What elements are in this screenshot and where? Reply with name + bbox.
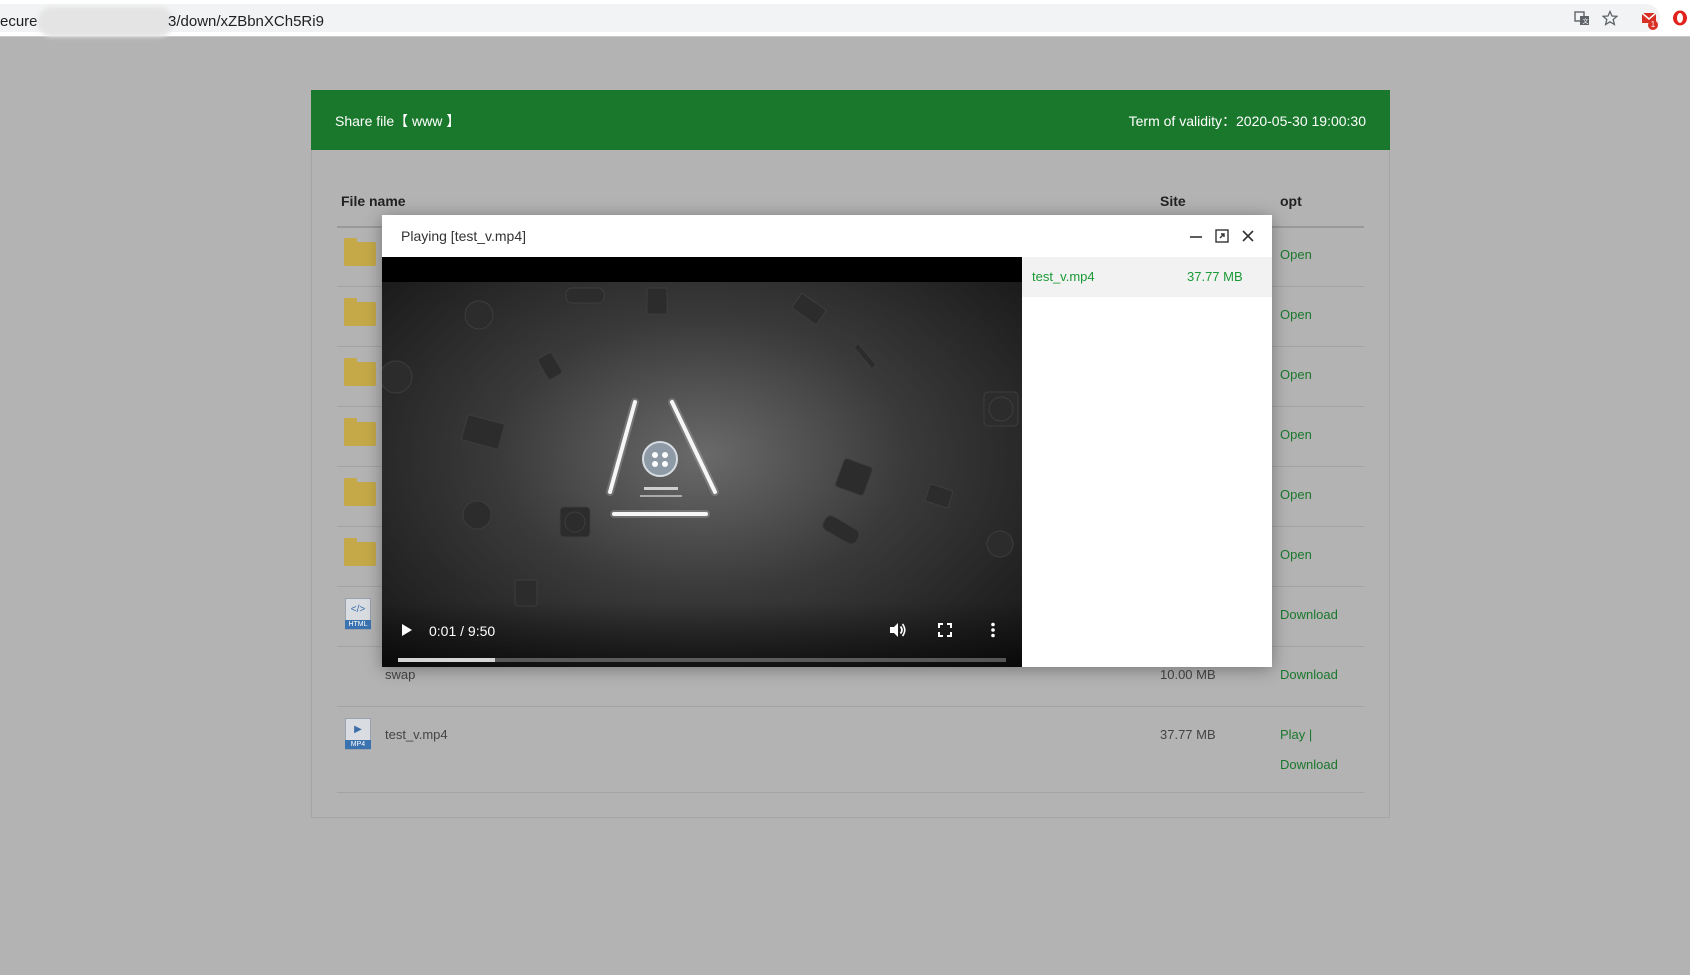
play-icon[interactable] <box>396 620 416 640</box>
playlist: test_v.mp4 37.77 MB <box>1022 257 1272 667</box>
svg-text:文: 文 <box>1583 18 1589 26</box>
file-icon-tag: HTML <box>345 620 371 629</box>
file-size: 37.77 MB <box>1160 727 1216 742</box>
modal-title: Playing [test_v.mp4] <box>401 228 527 244</box>
file-icon-glyph: </> <box>350 604 366 615</box>
row-action-link[interactable]: Open <box>1280 427 1312 442</box>
fullscreen-icon[interactable] <box>935 620 955 640</box>
playlist-item-size: 37.77 MB <box>1187 269 1243 284</box>
row-download-link[interactable]: Download <box>1280 757 1338 772</box>
row-action-link[interactable]: Play | <box>1280 727 1312 742</box>
browser-address-bar: ecure 3/down/xZBbnXCh5Ri9 文 1 <box>0 0 1690 37</box>
row-action-link[interactable]: Open <box>1280 547 1312 562</box>
url-blurred-host <box>38 7 173 37</box>
folder-icon <box>344 478 376 506</box>
row-action-link[interactable]: Download <box>1280 667 1338 682</box>
mp4-file-icon: ▶ MP4 <box>345 718 371 750</box>
folder-icon <box>344 418 376 446</box>
row-action-link[interactable]: Open <box>1280 307 1312 322</box>
gmail-badge: 1 <box>1648 20 1658 30</box>
translate-icon[interactable]: 文 <box>1574 10 1590 26</box>
file-icon-glyph: ▶ <box>354 724 362 735</box>
minimize-icon[interactable] <box>1188 228 1204 244</box>
column-opt: opt <box>1280 193 1302 209</box>
close-icon[interactable] <box>1240 228 1256 244</box>
row-action-link[interactable]: Download <box>1280 607 1338 622</box>
row-action-link[interactable]: Open <box>1280 367 1312 382</box>
file-name[interactable]: swap <box>385 667 415 682</box>
video-controls: 0:01 / 9:50 <box>382 602 1022 667</box>
url-security-label: ecure <box>0 13 38 30</box>
file-name[interactable]: test_v.mp4 <box>385 727 448 742</box>
bookmark-star-icon[interactable] <box>1602 10 1618 26</box>
folder-icon <box>344 538 376 566</box>
column-file-name: File name <box>341 193 406 209</box>
volume-icon[interactable] <box>887 620 907 640</box>
column-site: Site <box>1160 193 1186 209</box>
modal-titlebar[interactable]: Playing [test_v.mp4] <box>382 215 1272 258</box>
omnibox[interactable]: ecure 3/down/xZBbnXCh5Ri9 <box>0 4 1660 37</box>
file-icon-tag: MP4 <box>345 740 371 749</box>
video-player-modal: Playing [test_v.mp4] 0:01 / 9:50 test_v.… <box>382 215 1272 667</box>
playlist-item-name: test_v.mp4 <box>1032 269 1095 284</box>
table-row: ▶ MP4 test_v.mp4 37.77 MB Play | Download <box>337 706 1364 793</box>
progress-bar[interactable] <box>398 658 1006 662</box>
folder-icon <box>344 298 376 326</box>
playlist-item[interactable]: test_v.mp4 37.77 MB <box>1022 257 1272 297</box>
row-action-link[interactable]: Open <box>1280 247 1312 262</box>
row-action-link[interactable]: Open <box>1280 487 1312 502</box>
file-size: 10.00 MB <box>1160 667 1216 682</box>
opera-extension-icon[interactable] <box>1672 10 1688 26</box>
folder-icon <box>344 358 376 386</box>
more-options-icon[interactable] <box>983 620 1003 640</box>
share-title: Share file【 www 】 <box>335 113 461 129</box>
video-time: 0:01 / 9:50 <box>429 623 496 639</box>
html-file-icon: </> HTML <box>345 598 371 630</box>
url-path[interactable]: 3/down/xZBbnXCh5Ri9 <box>168 13 324 30</box>
video-area[interactable]: 0:01 / 9:50 <box>382 257 1022 667</box>
share-header: Share file【 www 】 Term of validity：2020-… <box>311 90 1390 150</box>
maximize-icon[interactable] <box>1214 228 1230 244</box>
share-validity: Term of validity：2020-05-30 19:00:30 <box>1128 113 1366 129</box>
folder-icon <box>344 238 376 266</box>
progress-buffered <box>398 658 496 662</box>
